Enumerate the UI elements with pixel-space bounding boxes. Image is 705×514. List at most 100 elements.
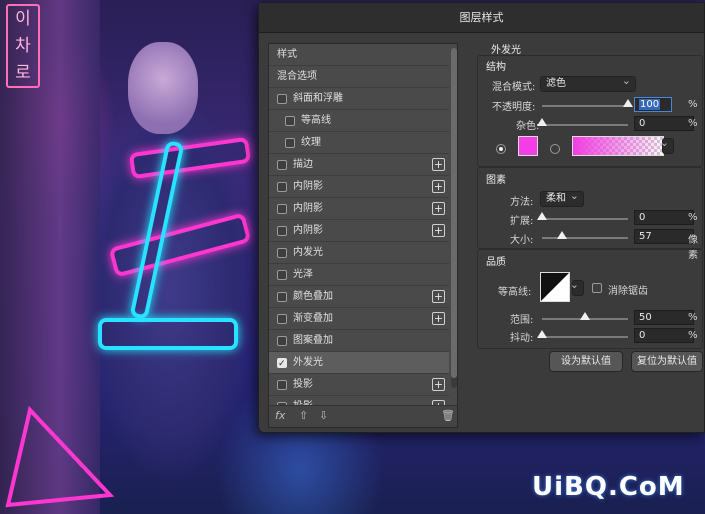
- noise-slider-knob[interactable]: [537, 118, 547, 126]
- add-style-icon[interactable]: +: [432, 290, 445, 303]
- style-checkbox[interactable]: [277, 270, 287, 280]
- blend-mode-label: 混合模式:: [492, 82, 536, 93]
- antialias-checkbox[interactable]: [592, 283, 602, 293]
- style-checkbox[interactable]: [277, 160, 287, 170]
- style-item[interactable]: 等高线: [269, 110, 449, 132]
- glow-color-swatch[interactable]: [518, 136, 538, 156]
- noise-field[interactable]: 0: [634, 116, 694, 131]
- style-checkbox[interactable]: [277, 248, 287, 258]
- style-checkbox[interactable]: [277, 314, 287, 324]
- style-checkbox[interactable]: [277, 226, 287, 236]
- style-item-label: 图案叠加: [293, 335, 333, 346]
- opacity-slider[interactable]: [542, 99, 633, 107]
- blend-options-label: 混合选项: [277, 71, 317, 82]
- styles-header[interactable]: 样式: [269, 44, 449, 66]
- glow-gradient-picker[interactable]: [572, 136, 664, 156]
- size-field[interactable]: 57: [634, 229, 694, 244]
- style-checkbox[interactable]: [277, 182, 287, 192]
- reset-default-button[interactable]: 复位为默认值: [631, 351, 703, 372]
- blend-options-item[interactable]: 混合选项: [269, 66, 449, 88]
- style-item[interactable]: 描边 +: [269, 154, 449, 176]
- dialog-title: 图层样式: [259, 3, 704, 33]
- arrow-up-icon[interactable]: ⇧: [299, 409, 308, 422]
- jitter-field[interactable]: 0: [634, 328, 694, 343]
- style-checkbox[interactable]: [285, 116, 295, 126]
- style-item[interactable]: 内发光: [269, 242, 449, 264]
- range-slider[interactable]: [542, 312, 628, 320]
- range-field[interactable]: 50: [634, 310, 694, 325]
- size-label: 大小:: [510, 235, 534, 246]
- opacity-slider-knob[interactable]: [623, 99, 633, 107]
- style-item-label: 等高线: [301, 115, 331, 126]
- style-item[interactable]: 斜面和浮雕: [269, 88, 449, 110]
- style-item-label: 斜面和浮雕: [293, 93, 343, 104]
- contour-dropdown[interactable]: [570, 278, 584, 296]
- style-item[interactable]: 图案叠加: [269, 330, 449, 352]
- style-item[interactable]: 渐变叠加 +: [269, 308, 449, 330]
- opacity-field[interactable]: 100: [634, 97, 672, 112]
- style-item[interactable]: 外发光: [269, 352, 449, 375]
- gradient-dropdown[interactable]: [660, 136, 674, 154]
- style-item[interactable]: 内阴影 +: [269, 220, 449, 242]
- add-style-icon[interactable]: +: [432, 378, 445, 391]
- quality-title: 品质: [486, 257, 506, 268]
- solid-color-radio[interactable]: [496, 144, 506, 154]
- styles-list-panel: 样式 混合选项 斜面和浮雕 等高线 纹理 描边 + 内阴影 + 内阴影 + 内阴影 + 内发光 光泽 颜色…: [268, 43, 458, 428]
- blend-mode-select[interactable]: 滤色: [540, 74, 636, 92]
- style-item-label: 渐变叠加: [293, 313, 333, 324]
- style-checkbox[interactable]: [285, 138, 295, 148]
- outer-glow-title: 外发光: [491, 45, 521, 56]
- styles-scrollbar[interactable]: [451, 48, 457, 388]
- style-checkbox[interactable]: [277, 353, 287, 375]
- watermark: UiBQ.CoM: [532, 472, 685, 502]
- method-select[interactable]: 柔和: [540, 189, 584, 207]
- jitter-slider-knob[interactable]: [537, 330, 547, 338]
- layer-style-dialog: 图层样式 样式 混合选项 斜面和浮雕 等高线 纹理 描边 + 内阴影 + 内阴影 + 内阴影 + 内发…: [258, 2, 705, 433]
- add-style-icon[interactable]: +: [432, 202, 445, 215]
- add-style-icon[interactable]: +: [432, 158, 445, 171]
- style-item[interactable]: 颜色叠加 +: [269, 286, 449, 308]
- add-style-icon[interactable]: +: [432, 224, 445, 237]
- spread-field[interactable]: 0: [634, 210, 694, 225]
- elements-group: 图素 方法: 柔和 扩展: 0 % 大小: 57 像素: [477, 167, 703, 261]
- gradient-radio[interactable]: [550, 144, 560, 154]
- spread-label: 扩展:: [510, 216, 534, 227]
- set-default-button[interactable]: 设为默认值: [549, 351, 623, 372]
- contour-preview[interactable]: [540, 272, 570, 302]
- opacity-unit: %: [688, 99, 698, 110]
- opacity-label: 不透明度:: [492, 102, 536, 113]
- noise-unit: %: [688, 118, 698, 129]
- style-item[interactable]: 内阴影 +: [269, 198, 449, 220]
- structure-group: 结构 混合模式: 滤色 不透明度: 100 % 杂色: 0 %: [477, 55, 703, 167]
- add-style-icon[interactable]: +: [432, 180, 445, 193]
- style-item-label: 内阴影: [293, 203, 323, 214]
- range-slider-knob[interactable]: [580, 312, 590, 320]
- styles-header-label: 样式: [277, 49, 297, 60]
- trash-icon[interactable]: 🗑: [441, 409, 455, 422]
- outer-glow-settings: 外发光 结构 混合模式: 滤色 不透明度: 100 % 杂色: 0 % 图素 方…: [473, 39, 703, 429]
- noise-slider[interactable]: [537, 118, 628, 126]
- style-checkbox[interactable]: [277, 336, 287, 346]
- style-item[interactable]: 纹理: [269, 132, 449, 154]
- add-style-icon[interactable]: +: [432, 312, 445, 325]
- style-item[interactable]: 光泽: [269, 264, 449, 286]
- spread-slider[interactable]: [537, 212, 628, 220]
- jitter-slider[interactable]: [537, 330, 628, 338]
- style-checkbox[interactable]: [277, 94, 287, 104]
- size-slider[interactable]: [542, 231, 628, 239]
- contour-label: 等高线:: [498, 287, 532, 298]
- fx-button[interactable]: fx: [275, 409, 285, 422]
- style-checkbox[interactable]: [277, 292, 287, 302]
- style-item-label: 外发光: [293, 357, 323, 368]
- style-checkbox[interactable]: [277, 380, 287, 390]
- korean-neon-sign: 이 차 로: [6, 4, 40, 88]
- noise-label: 杂色:: [516, 121, 540, 132]
- scrollbar-thumb[interactable]: [451, 48, 457, 378]
- style-item[interactable]: 内阴影 +: [269, 176, 449, 198]
- spread-slider-knob[interactable]: [537, 212, 547, 220]
- style-checkbox[interactable]: [277, 204, 287, 214]
- style-item[interactable]: 投影 +: [269, 374, 449, 396]
- style-item-label: 纹理: [301, 137, 321, 148]
- arrow-down-icon[interactable]: ⇩: [319, 409, 328, 422]
- size-slider-knob[interactable]: [556, 231, 567, 239]
